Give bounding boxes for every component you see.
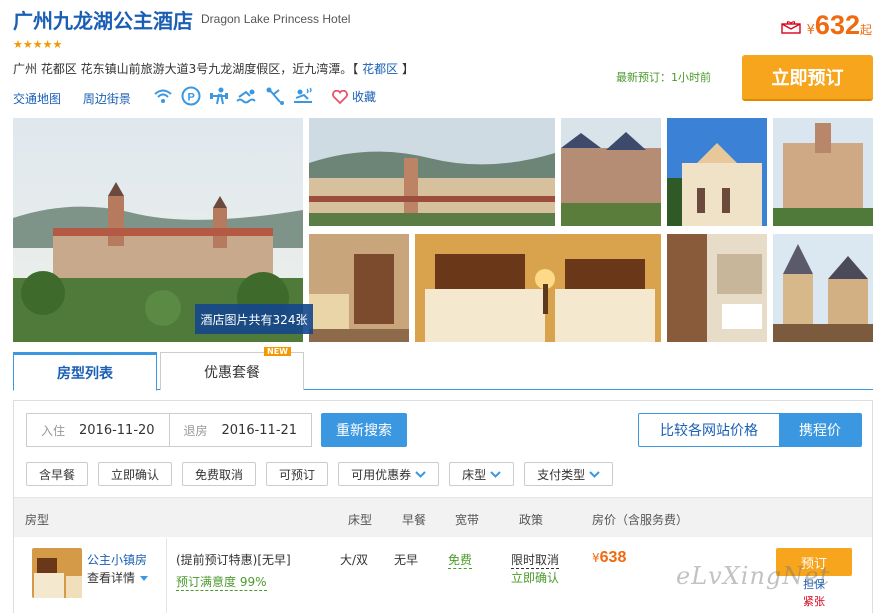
header-policy: 政策 bbox=[519, 513, 544, 527]
photo-5[interactable] bbox=[773, 118, 873, 226]
filter-bookable[interactable]: 可预订 bbox=[266, 462, 329, 486]
compare-prices-button[interactable]: 比较各网站价格 bbox=[639, 414, 779, 446]
filter-bed-dropdown[interactable]: 床型 bbox=[449, 462, 515, 486]
instant-confirm: 立即确认 bbox=[511, 571, 560, 585]
filter-label: 支付类型 bbox=[537, 467, 586, 482]
district-link[interactable]: 花都区 bbox=[362, 62, 398, 76]
hotel-name-en: Dragon Lake Princess Hotel bbox=[201, 12, 351, 26]
photo-gallery[interactable]: 酒店图片共有324张 bbox=[13, 118, 873, 342]
room-detail-label: 查看详情 bbox=[87, 571, 136, 585]
filter-label: 可用优惠券 bbox=[351, 467, 412, 482]
new-badge: NEW bbox=[264, 347, 291, 356]
chevron-down-icon bbox=[415, 470, 426, 478]
chevron-down-icon bbox=[490, 470, 501, 478]
hotel-address: 广州 花都区 花东镇山前旅游大道3号九龙湖度假区，近九湾潭。【 花都区 】 bbox=[13, 60, 414, 77]
photo-7[interactable] bbox=[415, 234, 661, 342]
caret-down-icon bbox=[139, 576, 148, 581]
photo-4[interactable] bbox=[667, 118, 767, 226]
room-name-link[interactable]: 公主小镇房 bbox=[87, 551, 147, 568]
checkin-label: 入住 bbox=[41, 423, 66, 438]
book-now-button[interactable]: 立即预订 bbox=[742, 55, 873, 101]
hotel-name: 广州九龙湖公主酒店 bbox=[13, 9, 193, 33]
header-room: 房型 bbox=[25, 513, 50, 527]
favorite-button[interactable]: 收藏 bbox=[332, 88, 376, 105]
availability-note: 紧张 bbox=[803, 595, 825, 608]
bed-type: 大/双 bbox=[340, 553, 369, 567]
filter-free-cancel[interactable]: 免费取消 bbox=[182, 462, 257, 486]
checkout-date[interactable]: 2016-11-21 bbox=[222, 423, 298, 438]
address-suffix: 】 bbox=[401, 62, 414, 76]
golf-icon bbox=[264, 86, 286, 106]
filter-label: 可预订 bbox=[279, 467, 316, 482]
header-bed: 床型 bbox=[348, 513, 373, 527]
wifi-icon bbox=[152, 86, 174, 106]
filter-label: 含早餐 bbox=[39, 467, 76, 482]
filter-payment-dropdown[interactable]: 支付类型 bbox=[524, 462, 614, 486]
heart-icon bbox=[332, 89, 348, 104]
chevron-down-icon bbox=[589, 470, 600, 478]
checkout-field[interactable]: 退房 2016-11-21 bbox=[170, 414, 312, 446]
photo-count-badge[interactable]: 酒店图片共有324张 bbox=[195, 304, 313, 334]
price-compare: 比较各网站价格 携程价 bbox=[638, 413, 862, 447]
tab-room-list[interactable]: 房型列表 bbox=[13, 352, 157, 391]
room-detail-toggle[interactable]: 查看详情 bbox=[87, 569, 149, 586]
rate-plan: (提前预订特惠)[无早] bbox=[176, 553, 291, 567]
lowest-price: ¥ 632 起 bbox=[780, 10, 872, 41]
hotel-links: 交通地图 周边街景 bbox=[13, 90, 149, 107]
traffic-map-link[interactable]: 交通地图 bbox=[13, 92, 61, 106]
spa-icon bbox=[292, 86, 314, 106]
room-price-value: 638 bbox=[599, 549, 627, 566]
price-currency: ¥ bbox=[806, 23, 815, 38]
room-tabs: 房型列表 优惠套餐 NEW bbox=[13, 347, 873, 391]
filter-label: 床型 bbox=[462, 467, 487, 482]
watermark: eLvXingNet bbox=[676, 562, 831, 590]
date-picker: 入住 2016-11-20 退房 2016-11-21 bbox=[26, 413, 312, 447]
photo-9[interactable] bbox=[773, 234, 873, 342]
ctrip-price-button[interactable]: 携程价 bbox=[779, 414, 861, 446]
photo-6[interactable] bbox=[309, 234, 409, 342]
filter-bar: 含早餐 立即确认 免费取消 可预订 可用优惠券 床型 支付类型 bbox=[26, 462, 614, 486]
header-broadband: 宽带 bbox=[455, 513, 480, 527]
broadband-value[interactable]: 免费 bbox=[448, 551, 473, 569]
street-view-link[interactable]: 周边街景 bbox=[83, 92, 131, 106]
svg-text:P: P bbox=[188, 92, 195, 104]
breakfast-value: 无早 bbox=[394, 553, 419, 567]
row-divider bbox=[166, 538, 167, 613]
room-price-currency: ¥ bbox=[592, 551, 600, 565]
gift-icon bbox=[780, 21, 801, 34]
satisfaction-link[interactable]: 预订满意度 99% bbox=[176, 573, 267, 591]
photo-2[interactable] bbox=[309, 118, 555, 226]
parking-icon: P bbox=[180, 86, 202, 106]
fitness-icon bbox=[208, 86, 230, 106]
tab-packages[interactable]: 优惠套餐 bbox=[160, 352, 304, 390]
checkout-label: 退房 bbox=[183, 423, 208, 438]
price-value: 632 bbox=[814, 10, 860, 40]
photo-8[interactable] bbox=[667, 234, 767, 342]
room-price: ¥638 bbox=[592, 549, 626, 567]
room-thumbnail[interactable] bbox=[32, 548, 82, 598]
photo-3[interactable] bbox=[561, 118, 661, 226]
search-again-button[interactable]: 重新搜索 bbox=[321, 413, 407, 447]
filter-breakfast[interactable]: 含早餐 bbox=[26, 462, 89, 486]
latest-booking: 最新预订：1小时前 bbox=[616, 71, 711, 84]
filter-label: 免费取消 bbox=[195, 467, 244, 482]
swimming-icon bbox=[236, 86, 258, 106]
price-suffix: 起 bbox=[859, 23, 872, 37]
header-breakfast: 早餐 bbox=[402, 513, 427, 527]
star-rating: ★★★★★ bbox=[13, 38, 63, 51]
room-table-header: 房型 床型 早餐 宽带 政策 房价（含服务费） bbox=[14, 497, 872, 537]
address-text: 广州 花都区 花东镇山前旅游大道3号九龙湖度假区，近九湾潭。【 bbox=[13, 62, 359, 76]
hotel-header: 广州九龙湖公主酒店 Dragon Lake Princess Hotel ★★★… bbox=[0, 0, 880, 118]
favorite-label: 收藏 bbox=[352, 90, 377, 104]
filter-coupon-dropdown[interactable]: 可用优惠券 bbox=[338, 462, 440, 486]
checkin-date[interactable]: 2016-11-20 bbox=[79, 423, 155, 438]
filter-label: 立即确认 bbox=[111, 467, 160, 482]
header-price: 房价（含服务费） bbox=[592, 513, 689, 527]
cancel-policy[interactable]: 限时取消 bbox=[511, 551, 560, 569]
facility-icons: P bbox=[152, 86, 314, 106]
checkin-field[interactable]: 入住 2016-11-20 bbox=[27, 414, 170, 446]
filter-instant-confirm[interactable]: 立即确认 bbox=[98, 462, 173, 486]
